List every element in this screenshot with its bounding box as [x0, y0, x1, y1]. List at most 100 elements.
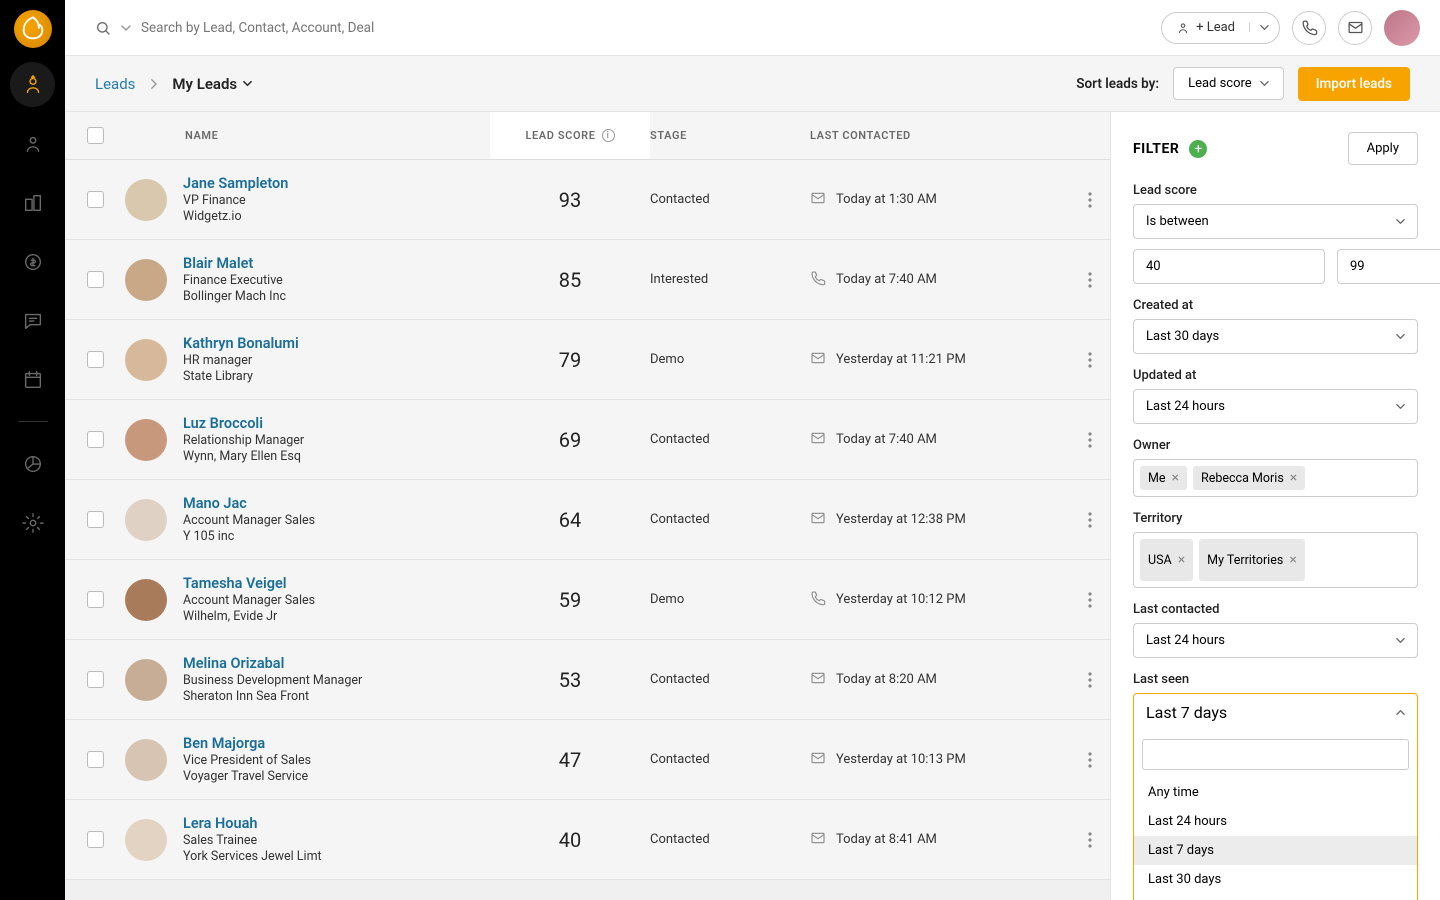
import-leads-button[interactable]: Import leads — [1298, 67, 1410, 101]
lead-avatar[interactable] — [125, 579, 167, 621]
filter-last-contacted-select[interactable]: Last 24 hours — [1133, 623, 1418, 658]
add-lead-dropdown-icon[interactable] — [1249, 23, 1279, 32]
dropdown-option[interactable]: Last 7 days — [1134, 836, 1417, 865]
breadcrumb-parent[interactable]: Leads — [95, 75, 135, 93]
table-header: NAME LEAD SCORE i STAGE LAST CONTACTED — [65, 112, 1110, 160]
lead-stage: Contacted — [650, 672, 810, 687]
filter-owner-tagbox[interactable]: Me×Rebecca Moris× — [1133, 459, 1418, 497]
nav-contacts-icon[interactable] — [10, 121, 55, 166]
row-checkbox[interactable] — [87, 511, 104, 528]
mail-icon — [810, 750, 826, 770]
nav-settings-icon[interactable] — [10, 500, 55, 545]
lead-avatar[interactable] — [125, 819, 167, 861]
add-lead-button[interactable]: + Lead — [1162, 20, 1249, 35]
filter-last-seen-search[interactable] — [1142, 739, 1409, 770]
row-menu-button[interactable] — [1070, 832, 1110, 848]
nav-leads-icon[interactable] — [10, 62, 55, 107]
row-menu-button[interactable] — [1070, 592, 1110, 608]
lead-name[interactable]: Ben Majorga — [183, 735, 311, 752]
phone-button[interactable] — [1292, 11, 1326, 45]
row-checkbox[interactable] — [87, 431, 104, 448]
filter-lead-score-min[interactable] — [1133, 249, 1325, 284]
lead-title: HR manager — [183, 353, 299, 368]
lead-score: 59 — [490, 588, 650, 612]
nav-reports-icon[interactable] — [10, 441, 55, 486]
lead-name[interactable]: Jane Sampleton — [183, 175, 288, 192]
dropdown-option[interactable]: Any time — [1134, 778, 1417, 807]
remove-tag-icon[interactable]: × — [1178, 552, 1185, 568]
search-icon[interactable] — [95, 20, 111, 36]
user-avatar[interactable] — [1384, 10, 1420, 46]
select-all-checkbox[interactable] — [87, 127, 104, 144]
nav-conversations-icon[interactable] — [10, 298, 55, 343]
row-checkbox[interactable] — [87, 191, 104, 208]
nav-accounts-icon[interactable] — [10, 180, 55, 225]
mail-icon — [810, 670, 826, 690]
remove-tag-icon[interactable]: × — [1290, 470, 1297, 486]
filter-territory-tagbox[interactable]: USA×My Territories× — [1133, 532, 1418, 588]
row-checkbox[interactable] — [87, 271, 104, 288]
row-menu-button[interactable] — [1070, 752, 1110, 768]
row-menu-button[interactable] — [1070, 272, 1110, 288]
lead-avatar[interactable] — [125, 659, 167, 701]
lead-name[interactable]: Tamesha Veigel — [183, 575, 315, 592]
lead-name[interactable]: Melina Orizabal — [183, 655, 362, 672]
nav-calendar-icon[interactable] — [10, 357, 55, 402]
lead-name[interactable]: Kathryn Bonalumi — [183, 335, 299, 352]
filter-last-seen-select[interactable]: Last 7 days Any timeLast 24 hoursLast 7 … — [1133, 693, 1418, 900]
lead-name[interactable]: Mano Jac — [183, 495, 315, 512]
filter-territory-label: Territory — [1133, 511, 1418, 526]
row-menu-button[interactable] — [1070, 192, 1110, 208]
column-contacted[interactable]: LAST CONTACTED — [810, 129, 1070, 142]
lead-name[interactable]: Lera Houah — [183, 815, 322, 832]
table-row: Luz Broccoli Relationship Manager Wynn, … — [65, 400, 1110, 480]
row-checkbox[interactable] — [87, 351, 104, 368]
add-filter-button[interactable]: + — [1189, 140, 1207, 158]
row-checkbox[interactable] — [87, 591, 104, 608]
dropdown-option[interactable]: Is before — [1134, 894, 1417, 900]
search-scope-dropdown-icon[interactable] — [121, 23, 131, 33]
mail-button[interactable] — [1338, 11, 1372, 45]
column-name[interactable]: NAME — [125, 129, 490, 142]
lead-avatar[interactable] — [125, 259, 167, 301]
dropdown-option[interactable]: Last 24 hours — [1134, 807, 1417, 836]
search-input[interactable] — [141, 20, 1151, 36]
breadcrumb-current[interactable]: My Leads — [172, 75, 252, 93]
lead-avatar[interactable] — [125, 419, 167, 461]
filter-updated-select[interactable]: Last 24 hours — [1133, 389, 1418, 424]
lead-name[interactable]: Luz Broccoli — [183, 415, 304, 432]
nav-deals-icon[interactable] — [10, 239, 55, 284]
column-score[interactable]: LEAD SCORE i — [490, 112, 650, 159]
filter-created-select[interactable]: Last 30 days — [1133, 319, 1418, 354]
row-menu-button[interactable] — [1070, 512, 1110, 528]
column-stage[interactable]: STAGE — [650, 129, 810, 142]
row-checkbox[interactable] — [87, 671, 104, 688]
lead-avatar[interactable] — [125, 739, 167, 781]
filter-tag: Rebecca Moris× — [1193, 466, 1305, 490]
app-logo[interactable] — [14, 10, 52, 48]
row-menu-button[interactable] — [1070, 432, 1110, 448]
sort-select[interactable]: Lead score — [1173, 67, 1284, 100]
lead-avatar[interactable] — [125, 179, 167, 221]
lead-last-contacted: Yesterday at 11:21 PM — [810, 350, 1070, 370]
apply-filter-button[interactable]: Apply — [1348, 132, 1418, 165]
lead-score: 85 — [490, 268, 650, 292]
filter-lead-score-condition[interactable]: Is between — [1133, 204, 1418, 239]
lead-avatar[interactable] — [125, 339, 167, 381]
row-checkbox[interactable] — [87, 751, 104, 768]
lead-avatar[interactable] — [125, 499, 167, 541]
filter-lead-score-max[interactable] — [1337, 249, 1440, 284]
info-icon[interactable]: i — [602, 129, 615, 142]
lead-score: 47 — [490, 748, 650, 772]
row-menu-button[interactable] — [1070, 352, 1110, 368]
remove-tag-icon[interactable]: × — [1289, 552, 1296, 568]
phone-icon — [810, 590, 826, 610]
row-menu-button[interactable] — [1070, 672, 1110, 688]
row-checkbox[interactable] — [87, 831, 104, 848]
mail-icon — [810, 510, 826, 530]
lead-stage: Demo — [650, 352, 810, 367]
dropdown-option[interactable]: Last 30 days — [1134, 865, 1417, 894]
remove-tag-icon[interactable]: × — [1172, 470, 1179, 486]
lead-name[interactable]: Blair Malet — [183, 255, 286, 272]
lead-stage: Contacted — [650, 832, 810, 847]
